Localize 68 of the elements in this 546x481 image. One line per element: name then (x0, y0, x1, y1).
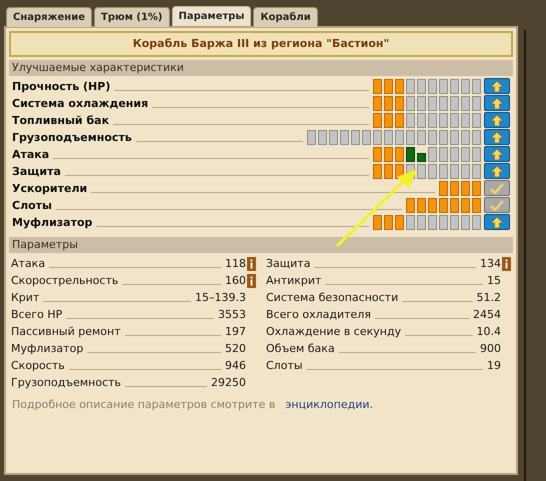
checkmark-icon (490, 182, 504, 194)
tab[interactable]: Трюм (1%) (94, 7, 170, 27)
param-label: Скорость (11, 358, 65, 374)
up-arrow-icon (491, 132, 503, 142)
upgrade-button[interactable] (484, 95, 510, 111)
title-banner: Корабль Баржа III из региона "Бастион" (9, 31, 513, 57)
stat-label: Топливный бак (12, 112, 110, 128)
section-header: Улучшаемые характеристики (9, 60, 513, 76)
encyclopedia-link[interactable]: энциклопедии (285, 397, 370, 414)
param-value: 520 (225, 340, 246, 356)
upgrade-button[interactable] (484, 129, 510, 145)
param-value: 51.2 (476, 290, 501, 306)
param-value: 946 (225, 358, 246, 374)
param-value: 900 (480, 340, 501, 356)
stat-label: Система охлаждения (12, 96, 148, 112)
stat-label: Атака (12, 146, 50, 162)
param-label: Крит (11, 290, 40, 306)
param-value: 10.4 (476, 324, 501, 340)
info-icon[interactable] (502, 257, 511, 271)
param-label: Пассивный ремонт (11, 324, 121, 340)
param-label: Охлаждение в секунду (266, 324, 402, 340)
tab[interactable]: Параметры (172, 6, 252, 26)
info-icon[interactable] (247, 257, 256, 271)
param-label: Атака (11, 256, 46, 272)
upgrade-button[interactable] (484, 146, 510, 162)
up-arrow-icon (491, 98, 503, 108)
upgrade-button[interactable] (484, 163, 510, 179)
param-label: Система безопасности (266, 290, 398, 306)
upgrade-button[interactable] (484, 214, 510, 230)
param-value: 15–139.3 (195, 290, 246, 306)
param-label: Скорострельность (11, 272, 118, 288)
param-value: 3553 (218, 306, 246, 322)
up-arrow-icon (491, 80, 503, 92)
param-label: Антикрит (266, 272, 322, 288)
param-label: Всего охладителя (266, 306, 371, 322)
param-value: 197 (225, 324, 246, 340)
up-arrow-icon (491, 148, 503, 160)
section-header: Параметры (9, 237, 513, 253)
upgrade-button[interactable] (484, 78, 510, 94)
up-arrow-icon (491, 216, 503, 228)
period-text: . (370, 397, 373, 413)
stat-label: Защита (12, 164, 61, 180)
param-label: Грузоподъемность (11, 374, 122, 390)
stat-label: Ускорители (12, 180, 88, 196)
param-label: Объем бака (266, 340, 335, 356)
upgrade-button[interactable] (484, 112, 510, 128)
param-value: 160 (225, 272, 246, 288)
stat-label: Грузоподъемность (12, 130, 132, 146)
up-arrow-icon (491, 114, 503, 126)
param-value: 118 (225, 256, 246, 272)
info-icon[interactable] (247, 274, 256, 288)
stat-label: Слоты (12, 198, 52, 214)
param-value: 134 (480, 256, 501, 272)
param-value: 29250 (211, 374, 246, 390)
up-arrow-icon (491, 166, 503, 176)
param-label: Муфлизатор (11, 340, 84, 356)
param-label: Слоты (266, 358, 303, 374)
param-value: 15 (487, 272, 501, 288)
param-value: 2454 (473, 306, 501, 322)
param-label: Защита (266, 256, 310, 272)
param-label: Всего HP (11, 306, 62, 322)
footer-text: Подробное описание параметров смотрите в (12, 397, 276, 413)
checkmark-icon (490, 200, 504, 210)
stat-label: Муфлизатор (12, 214, 92, 230)
param-value: 19 (487, 358, 501, 374)
stat-label: Прочность (HP) (12, 78, 110, 94)
tab[interactable]: Снаряжение (6, 7, 92, 27)
tab[interactable]: Корабли (253, 7, 318, 27)
